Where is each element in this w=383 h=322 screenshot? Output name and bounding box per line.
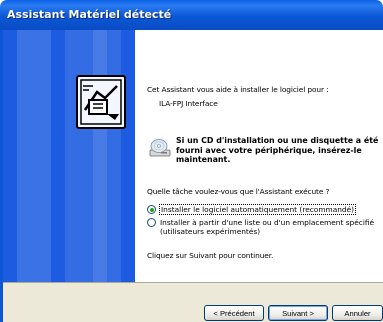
insert-cd-message-line: fourni avec votre périphérique, insérez-… bbox=[176, 145, 362, 155]
radio-button[interactable] bbox=[147, 205, 156, 214]
wizard-content: Cet Assistant vous aide à installer le l… bbox=[135, 30, 383, 282]
next-button[interactable]: Suivant > bbox=[268, 305, 328, 321]
cd-drive-icon bbox=[149, 139, 171, 157]
intro-text: Cet Assistant vous aide à installer le l… bbox=[147, 85, 329, 94]
wizard-sidebar-banner bbox=[3, 30, 135, 282]
continue-hint: Cliquez sur Suivant pour continuer. bbox=[147, 251, 274, 260]
radio-button[interactable] bbox=[147, 218, 156, 227]
device-name: ILA-FPJ Interface bbox=[159, 99, 218, 108]
task-question: Quelle tâche voulez-vous que l'Assistant… bbox=[147, 187, 330, 196]
insert-cd-message-line: maintenant. bbox=[176, 155, 231, 165]
insert-cd-message: Si un CD d'installation ou une disquette… bbox=[176, 136, 381, 165]
sidebar-stripe bbox=[17, 30, 51, 282]
option-label[interactable]: Installer le logiciel automatiquement (r… bbox=[158, 204, 357, 215]
insert-cd-message-line: Si un CD d'installation ou une disquette… bbox=[176, 136, 379, 145]
previous-button[interactable]: < Précédent bbox=[204, 305, 264, 321]
cancel-button[interactable]: Annuler bbox=[332, 305, 383, 321]
option-label-text: Installer à partir d'une liste ou d'un e… bbox=[160, 218, 375, 227]
title-bar[interactable]: Assistant Matériel détecté bbox=[0, 0, 383, 30]
option-install-automatically[interactable]: Installer le logiciel automatiquement (r… bbox=[147, 204, 357, 215]
window-title: Assistant Matériel détecté bbox=[7, 8, 172, 21]
hardware-wizard-icon bbox=[76, 75, 126, 129]
radio-selected-dot bbox=[149, 207, 154, 212]
sidebar-stripe bbox=[93, 30, 107, 282]
found-new-hardware-wizard-window: Assistant Matériel détecté Cet Assistant… bbox=[0, 0, 383, 322]
option-label-text: Installer le logiciel automatiquement (r… bbox=[158, 204, 357, 215]
option-label-text: (utilisateurs expérimentés) bbox=[160, 227, 261, 236]
option-install-from-list[interactable]: Installer à partir d'une liste ou d'un e… bbox=[147, 218, 374, 236]
option-label[interactable]: Installer à partir d'une liste ou d'un e… bbox=[160, 218, 374, 236]
